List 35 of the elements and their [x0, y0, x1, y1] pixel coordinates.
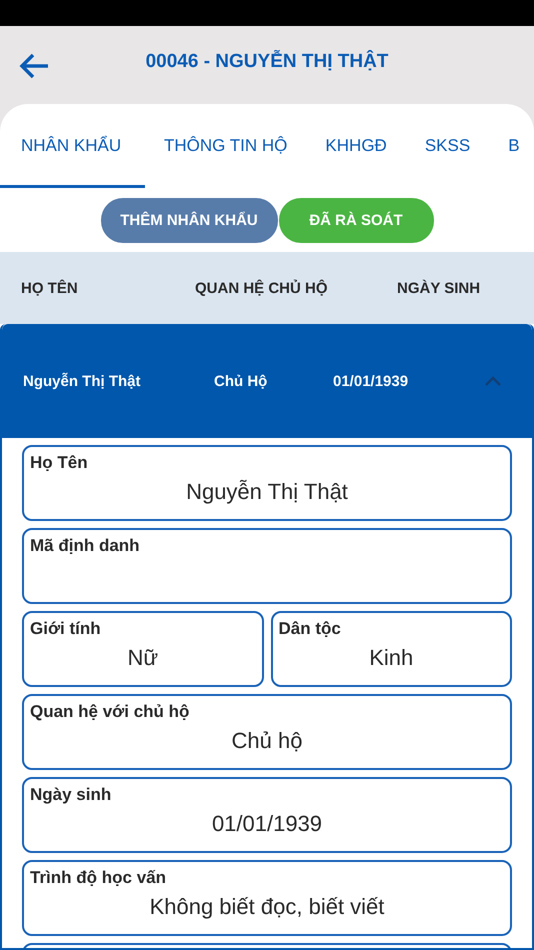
field-value: Không biết đọc, biết viết — [150, 894, 384, 920]
form-field[interactable]: Ngày sinh 01/01/1939 — [22, 777, 512, 853]
table-cell: 01/01/1939 — [333, 372, 408, 390]
table-row[interactable]: Nguyễn Thị Thật Chủ Hộ 01/01/1939 — [2, 324, 532, 438]
field-value: Chủ hộ — [232, 728, 302, 754]
add-member-button[interactable]: THÊM NHÂN KHẨU — [100, 198, 278, 243]
form-field[interactable]: Họ Tên Nguyễn Thị Thật — [22, 445, 512, 521]
form-field[interactable]: Quan hệ với chủ hộ Chủ hộ — [22, 694, 512, 770]
field-label: Giới tính — [30, 619, 101, 639]
field-value: 01/01/1939 — [212, 811, 322, 837]
field-label: Dân tộc — [278, 619, 341, 639]
column-header: NGÀY SINH — [397, 280, 480, 296]
field-value: Nữ — [127, 645, 158, 671]
field-label: Quan hệ với chủ hộ — [30, 702, 190, 722]
form-field[interactable]: Mã định danh — [22, 528, 512, 604]
field-label: Mã định danh — [30, 536, 140, 556]
form-field[interactable]: Trình độ học vấn Không biết đọc, biết viết — [22, 860, 512, 936]
page-title: 00046 - NGUYỄN THỊ THẬT — [144, 51, 390, 73]
table-cell: Nguyễn Thị Thật — [23, 372, 140, 390]
table-cell: Chủ Hộ — [214, 372, 268, 390]
field-value: Nguyễn Thị Thật — [186, 479, 348, 505]
field-label: Họ Tên — [30, 453, 88, 473]
form-field[interactable]: Giới tính Nữ — [22, 611, 264, 687]
field-label: Trình độ học vấn — [30, 868, 166, 888]
field-value: Kinh — [369, 645, 414, 671]
back-arrow-icon[interactable] — [18, 52, 50, 80]
field-label: Ngày sinh — [30, 785, 112, 805]
column-header: HỌ TÊN — [21, 280, 78, 296]
tab[interactable]: B — [489, 104, 534, 188]
tab[interactable]: KHHGĐ — [306, 104, 406, 188]
tab[interactable]: SKSS — [406, 104, 490, 188]
tab[interactable]: NHÂN KHẨU — [0, 104, 145, 188]
column-header: QUAN HỆ CHỦ HỘ — [195, 280, 328, 296]
tab[interactable]: THÔNG TIN HỘ — [145, 104, 306, 188]
form-field[interactable]: Dân tộc Kinh — [270, 611, 512, 687]
